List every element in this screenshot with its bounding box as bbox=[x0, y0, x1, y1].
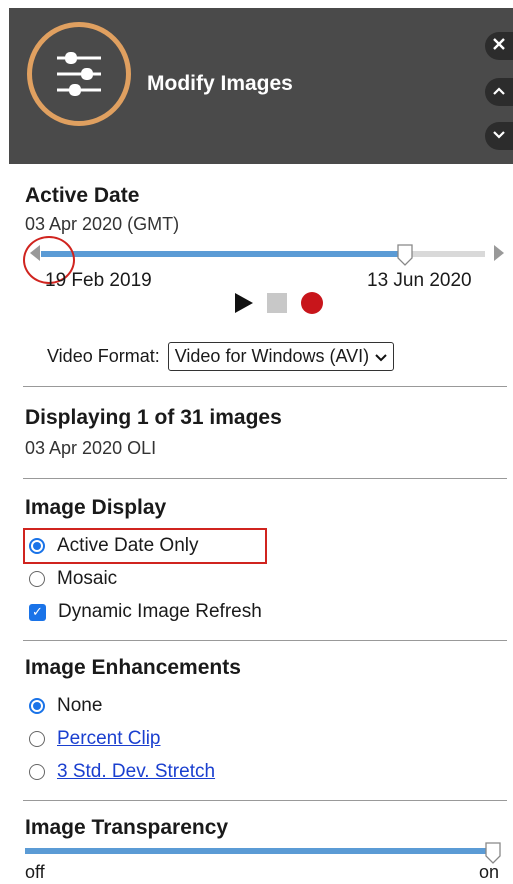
checkbox-dynamic-refresh[interactable]: ✓ Dynamic Image Refresh bbox=[29, 601, 262, 623]
check-icon[interactable]: ✓ bbox=[29, 603, 46, 621]
close-button[interactable] bbox=[485, 32, 513, 60]
play-button[interactable] bbox=[235, 293, 253, 313]
radio-button[interactable] bbox=[29, 731, 45, 747]
video-format-row: Video Format: Video for Windows (AVI) bbox=[47, 342, 395, 371]
image-display-heading: Image Display bbox=[25, 496, 167, 519]
radio-label: None bbox=[57, 695, 103, 716]
panel-title: Modify Images bbox=[147, 72, 293, 95]
collapse-up-button[interactable] bbox=[485, 78, 513, 106]
percent-clip-link[interactable]: Percent Clip bbox=[57, 728, 161, 750]
divider bbox=[23, 478, 507, 479]
divider bbox=[23, 640, 507, 641]
radio-label: Mosaic bbox=[57, 568, 118, 589]
annotation-box bbox=[23, 528, 267, 564]
video-format-label: Video Format: bbox=[47, 346, 160, 366]
image-transparency-heading: Image Transparency bbox=[25, 816, 229, 839]
record-button[interactable] bbox=[301, 292, 323, 314]
close-icon bbox=[492, 37, 506, 56]
transparency-slider-thumb[interactable] bbox=[485, 842, 501, 864]
stop-button[interactable] bbox=[267, 293, 287, 313]
triangle-right-icon bbox=[494, 245, 504, 261]
modify-images-panel: Modify Images Active Date 03 Apr 2020 (G… bbox=[9, 0, 513, 884]
slider-end-date: 13 Jun 2020 bbox=[367, 270, 472, 291]
panel-header: Modify Images bbox=[9, 8, 513, 164]
radio-none[interactable]: None bbox=[29, 695, 102, 717]
active-date-value: 03 Apr 2020 (GMT) bbox=[25, 214, 180, 234]
radio-button[interactable] bbox=[29, 764, 45, 780]
radio-percent-clip[interactable]: Percent Clip bbox=[29, 728, 161, 750]
expand-down-button[interactable] bbox=[485, 122, 513, 150]
playback-controls bbox=[235, 292, 323, 314]
radio-mosaic[interactable]: Mosaic bbox=[29, 568, 117, 590]
chevron-down-icon bbox=[492, 127, 506, 145]
slider-start-date: 19 Feb 2019 bbox=[45, 270, 152, 291]
radio-button[interactable] bbox=[29, 698, 45, 714]
transparency-max-label: on bbox=[479, 862, 500, 882]
displaying-heading: Displaying 1 of 31 images bbox=[25, 406, 282, 429]
divider bbox=[23, 386, 507, 387]
radio-button[interactable] bbox=[29, 571, 45, 587]
checkbox-label: Dynamic Image Refresh bbox=[58, 601, 262, 622]
active-date-slider[interactable] bbox=[41, 251, 485, 257]
chevron-down-icon bbox=[375, 346, 387, 367]
divider bbox=[23, 800, 507, 801]
video-format-value: Video for Windows (AVI) bbox=[174, 346, 370, 366]
transparency-slider[interactable] bbox=[25, 848, 495, 854]
active-date-heading: Active Date bbox=[25, 184, 140, 207]
image-enhancements-heading: Image Enhancements bbox=[25, 656, 241, 679]
std-dev-stretch-link[interactable]: 3 Std. Dev. Stretch bbox=[57, 761, 215, 783]
sliders-icon bbox=[27, 22, 131, 126]
video-format-select[interactable]: Video for Windows (AVI) bbox=[167, 342, 395, 371]
active-date-slider-fill bbox=[41, 251, 406, 257]
active-date-slider-thumb[interactable] bbox=[397, 244, 413, 266]
radio-std-dev-stretch[interactable]: 3 Std. Dev. Stretch bbox=[29, 761, 215, 783]
transparency-min-label: off bbox=[25, 862, 45, 882]
displaying-detail: 03 Apr 2020 OLI bbox=[25, 438, 157, 458]
chevron-up-icon bbox=[492, 83, 506, 101]
step-forward-arrow[interactable] bbox=[493, 244, 505, 267]
